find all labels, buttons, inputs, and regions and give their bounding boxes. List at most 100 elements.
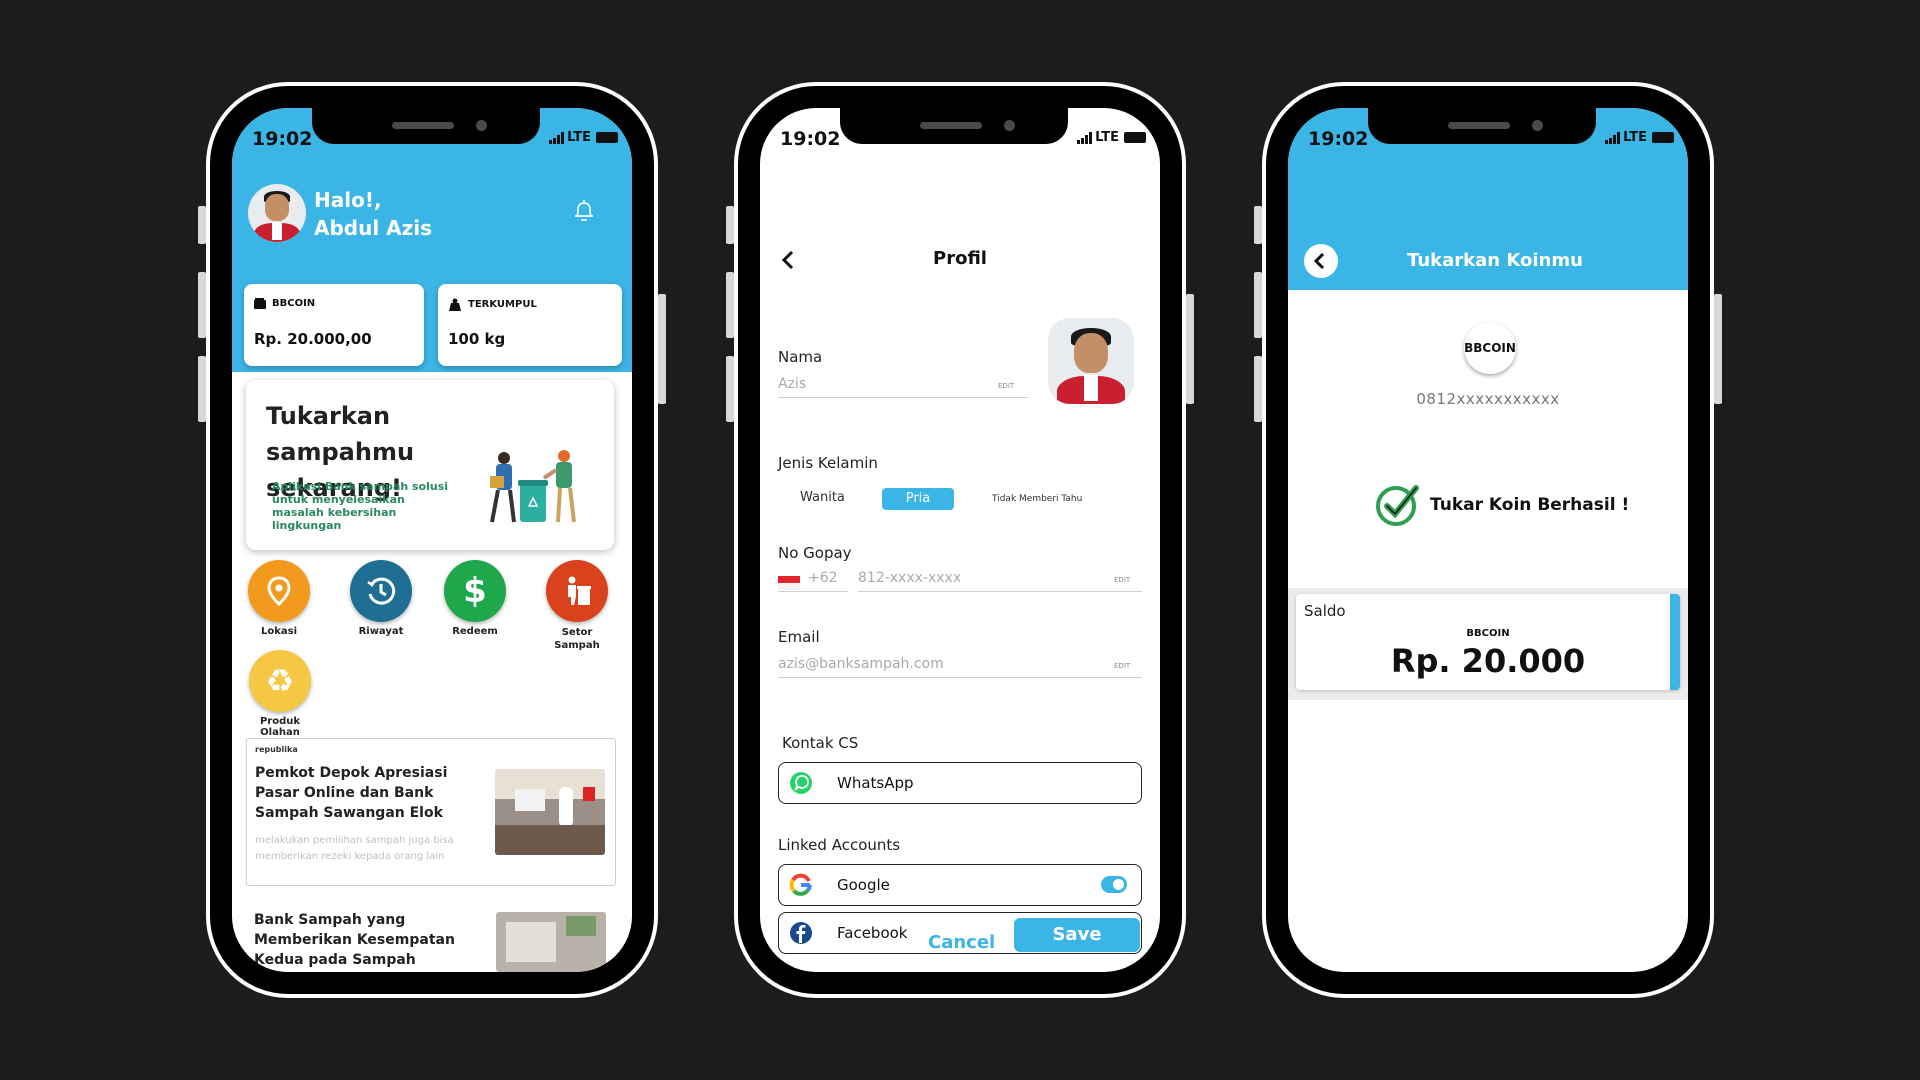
name-label: Nama [778,348,823,366]
menu-produk-olahan[interactable]: ♻ Produk Olahan [240,650,320,738]
profile-photo[interactable] [1048,318,1134,404]
history-clock-icon [367,577,396,605]
gender-option-tidak-memberi-tahu[interactable]: Tidak Memberi Tahu [992,494,1082,504]
menu-riwayat[interactable]: Riwayat [346,560,416,637]
terkumpul-value: 100 kg [448,330,506,348]
network-label: LTE [567,130,591,145]
greeting: Halo!, Abdul Azis [314,186,432,242]
country-code[interactable]: +62 [778,570,848,592]
location-pin-icon [267,576,291,606]
news-title: Pemkot Depok Apresiasi Pasar Online dan … [255,765,448,821]
email-value: azis@banksampah.com [778,656,944,672]
phone-exchange: 19:02 LTE Tukarkan Koinmu BBCOIN 0812xxx… [1254,82,1722,998]
gender-option-wanita[interactable]: Wanita [800,490,845,505]
news-subtitle: melakukan pemilihan sampah juga bisa mem… [255,835,454,862]
volume-up-button [1254,272,1262,338]
status-bar: 19:02 LTE [760,126,1160,150]
menu-lokasi[interactable]: Lokasi [244,560,314,637]
recycle-icon: ♻ [265,662,295,700]
email-edit[interactable]: EDIT [1114,662,1130,670]
news-card[interactable]: Bank Sampah yang Memberikan Kesempatan K… [246,898,616,972]
linked-accounts-label: Linked Accounts [778,836,901,854]
signal-icon [1077,131,1093,144]
cs-label: Kontak CS [782,734,859,752]
name-edit[interactable]: EDIT [998,382,1014,390]
side-button [726,206,734,244]
signal-icon [1605,131,1621,144]
volume-up-button [726,272,734,338]
news-image [496,912,606,972]
google-icon [789,873,812,896]
battery-icon [1124,132,1146,143]
check-circle-icon [1376,485,1419,526]
google-label: Google [837,876,890,894]
promo-description: Aplikasi Bank sampah solusi untuk menyel… [272,480,449,532]
terkumpul-card[interactable]: TERKUMPUL 100 kg [438,284,622,366]
gender-option-pria[interactable]: Pria [882,488,954,510]
menu-redeem[interactable]: $ Redeem [440,560,510,637]
promo-banner[interactable]: Tukarkan sampahmu sekarang! Aplikasi Ban… [246,380,614,550]
saldo-card: Saldo BBCOIN Rp. 20.000 [1296,594,1680,690]
wallet-icon [254,298,266,309]
bbcoin-value: Rp. 20.000,00 [254,330,372,348]
avatar[interactable] [248,184,306,242]
whatsapp-label: WhatsApp [837,774,914,792]
status-bar: 19:02 LTE [232,126,632,150]
menu-label: Produk Olahan [259,716,301,738]
phone-number: 0812xxxxxxxxxxx [1416,390,1560,408]
greeting-line1: Halo!, [314,188,382,212]
power-button [658,294,666,404]
saldo-amount: Rp. 20.000 [1390,642,1586,680]
gender-label: Jenis Kelamin [778,454,878,472]
gopay-edit[interactable]: EDIT [1114,576,1130,584]
email-field[interactable]: azis@banksampah.com [778,656,1142,678]
trash-deposit-icon [568,576,591,605]
whatsapp-button[interactable]: WhatsApp [778,762,1142,804]
whatsapp-icon [790,772,812,794]
status-bar: 19:02 LTE [1288,126,1688,150]
success-message: Tukar Koin Berhasil ! [1374,482,1629,528]
status-time: 19:02 [780,128,841,150]
cancel-button[interactable]: Cancel [928,932,995,953]
volume-up-button [198,272,206,338]
news-card[interactable]: republika Pemkot Depok Apresiasi Pasar O… [246,738,616,886]
menu-setor-sampah[interactable]: Setor Sampah [542,560,612,652]
volume-down-button [198,356,206,422]
exchange-screen: 19:02 LTE Tukarkan Koinmu BBCOIN 0812xxx… [1288,108,1688,972]
google-toggle[interactable] [1101,876,1127,893]
menu-label: Riwayat [358,626,404,637]
news-source: republika [255,745,298,754]
page-title: Profil [933,248,987,269]
facebook-label: Facebook [837,924,908,942]
network-label: LTE [1623,130,1647,145]
gopay-input[interactable]: 812-xxxx-xxxx [858,570,1142,592]
bbcoin-card[interactable]: BBCOIN Rp. 20.000,00 [244,284,424,366]
gopay-label: No Gopay [778,544,852,562]
user-name: Abdul Azis [314,216,433,240]
profile-screen: 19:02 LTE Profil Nama Azis EDIT Jenis Ke… [760,108,1160,972]
signal-icon [549,131,565,144]
menu-label: Redeem [452,626,498,637]
recycling-illustration [490,450,576,523]
menu-label: Setor Sampah [554,627,600,651]
power-button [1714,294,1722,404]
success-text: Tukar Koin Berhasil ! [1430,495,1630,515]
volume-down-button [726,356,734,422]
bell-icon[interactable] [572,198,596,224]
side-button [1254,206,1262,244]
saldo-label: Saldo [1304,602,1346,620]
saldo-accent-bar [1670,594,1680,690]
name-field[interactable]: Azis [778,376,1028,398]
page-title: Tukarkan Koinmu [1407,250,1583,271]
facebook-icon [790,922,812,944]
status-time: 19:02 [252,128,313,150]
weight-icon [449,298,461,311]
status-time: 19:02 [1308,128,1369,150]
gopay-placeholder: 812-xxxx-xxxx [858,570,962,586]
save-button[interactable]: Save [1014,918,1140,952]
news-title: Bank Sampah yang Memberikan Kesempatan K… [254,912,455,968]
volume-down-button [1254,356,1262,422]
bbcoin-badge: BBCOIN [1464,322,1516,374]
battery-icon [1652,132,1674,143]
menu-label: Lokasi [260,626,298,637]
